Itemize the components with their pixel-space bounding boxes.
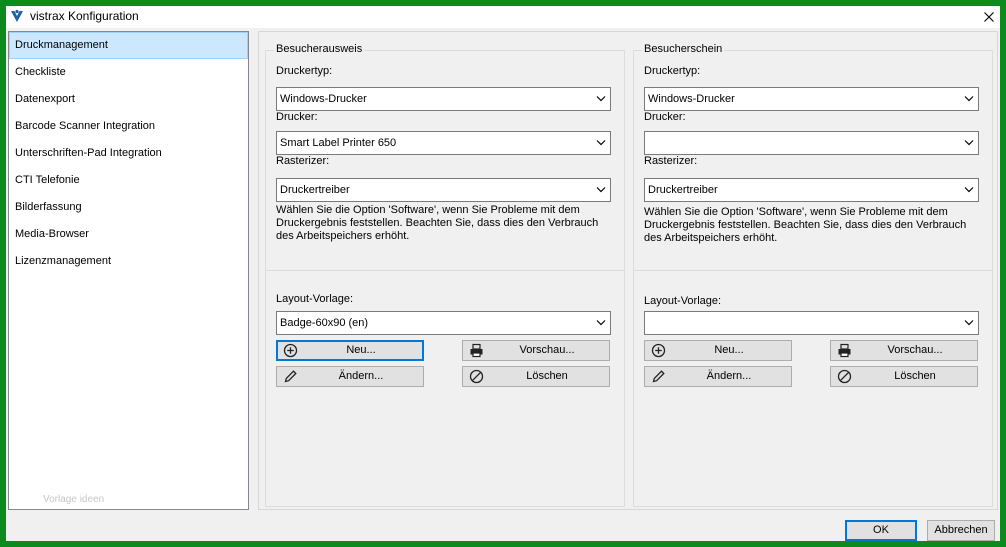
rasterizer-select[interactable]: Druckertreiber: [276, 178, 611, 202]
chevron-down-icon: [596, 187, 606, 193]
druckertyp-select[interactable]: Windows-Drucker: [644, 87, 979, 111]
layout-value: Badge-60x90 (en): [280, 317, 369, 329]
sidebar-item-label: Unterschriften-Pad Integration: [15, 147, 162, 159]
close-icon: [984, 12, 994, 22]
plus-circle-icon: [283, 343, 298, 358]
sidebar-item-label: Checkliste: [15, 66, 66, 78]
rasterizer-label: Rasterizer:: [644, 155, 698, 167]
chevron-down-icon: [964, 187, 974, 193]
preview-layout-button[interactable]: Vorschau...: [830, 340, 978, 361]
sidebar-item-lizenzmanagement[interactable]: Lizenzmanagement: [9, 248, 248, 275]
group-title: Besucherausweis: [274, 43, 365, 55]
sidebar-item-bilderfassung[interactable]: Bilderfassung: [9, 194, 248, 221]
sidebar-item-label: Barcode Scanner Integration: [15, 120, 156, 132]
config-window: vistrax Konfiguration Druckmanagement Ch…: [6, 6, 1000, 541]
pencil-icon: [652, 370, 665, 383]
layout-select[interactable]: [644, 311, 979, 335]
chevron-down-icon: [596, 320, 606, 326]
button-label: Löschen: [526, 370, 568, 382]
druckertyp-label: Druckertyp:: [644, 65, 701, 77]
layout-label: Layout-Vorlage:: [276, 293, 354, 305]
rasterizer-value: Druckertreiber: [648, 184, 718, 196]
plus-circle-icon: [651, 343, 666, 358]
preview-layout-button[interactable]: Vorschau...: [462, 340, 610, 361]
sidebar-item-label: CTI Telefonie: [15, 174, 80, 186]
window-title: vistrax Konfiguration: [30, 9, 139, 23]
layout-select[interactable]: Badge-60x90 (en): [276, 311, 611, 335]
drucker-select[interactable]: Smart Label Printer 650: [276, 131, 611, 155]
delete-layout-button[interactable]: Löschen: [462, 366, 610, 387]
printer-icon: [838, 343, 851, 358]
close-button[interactable]: [978, 6, 1000, 28]
besucherschein-group: Besucherschein Druckertyp: Windows-Druck…: [633, 43, 993, 507]
group-divider: [634, 270, 992, 271]
sidebar-item-cti-telefonie[interactable]: CTI Telefonie: [9, 167, 248, 194]
new-layout-button[interactable]: Neu...: [276, 340, 424, 361]
rasterizer-hint: Wählen Sie die Option 'Software', wenn S…: [276, 204, 599, 242]
besucherausweis-group: Besucherausweis Druckertyp: Windows-Druc…: [265, 43, 625, 507]
sidebar-item-checkliste[interactable]: Checkliste: [9, 59, 248, 86]
button-label: Neu...: [714, 344, 744, 356]
sidebar-item-barcode-scanner[interactable]: Barcode Scanner Integration: [9, 113, 248, 140]
sidebar-item-media-browser[interactable]: Media-Browser: [9, 221, 248, 248]
button-label: Vorschau...: [519, 344, 575, 356]
drucker-label: Drucker:: [276, 111, 318, 123]
no-entry-icon: [469, 369, 484, 384]
druckertyp-value: Windows-Drucker: [648, 93, 735, 105]
sidebar-item-label: Datenexport: [15, 93, 75, 105]
vistrax-logo-icon: [9, 8, 25, 24]
drucker-value: Smart Label Printer 650: [280, 137, 397, 149]
drucker-select[interactable]: [644, 131, 979, 155]
button-label: Ändern...: [706, 370, 752, 382]
button-label: Neu...: [346, 344, 376, 356]
no-entry-icon: [837, 369, 852, 384]
sidebar-item-label: Media-Browser: [15, 228, 89, 240]
cancel-button[interactable]: Abbrechen: [927, 520, 995, 541]
button-label: Ändern...: [338, 370, 384, 382]
chevron-down-icon: [964, 96, 974, 102]
sidebar-item-label: Lizenzmanagement: [15, 255, 112, 267]
printer-icon: [470, 343, 483, 358]
pencil-icon: [284, 370, 297, 383]
watermark-text: Vorlage ideen: [43, 494, 105, 505]
rasterizer-hint: Wählen Sie die Option 'Software', wenn S…: [644, 206, 967, 244]
chevron-down-icon: [964, 320, 974, 326]
button-label: Löschen: [894, 370, 936, 382]
sidebar-item-datenexport[interactable]: Datenexport: [9, 86, 248, 113]
sidebar-item-unterschriften-pad[interactable]: Unterschriften-Pad Integration: [9, 140, 248, 167]
druckertyp-select[interactable]: Windows-Drucker: [276, 87, 611, 111]
chevron-down-icon: [964, 140, 974, 146]
title-bar: vistrax Konfiguration: [6, 6, 1000, 28]
ok-button[interactable]: OK: [845, 520, 917, 541]
rasterizer-select[interactable]: Druckertreiber: [644, 178, 979, 202]
druckertyp-value: Windows-Drucker: [280, 93, 367, 105]
group-title: Besucherschein: [642, 43, 725, 55]
layout-label: Layout-Vorlage:: [644, 295, 722, 307]
drucker-label: Drucker:: [644, 111, 686, 123]
sidebar: Druckmanagement Checkliste Datenexport B…: [8, 31, 249, 510]
edit-layout-button[interactable]: Ändern...: [644, 366, 792, 387]
rasterizer-value: Druckertreiber: [280, 184, 350, 196]
chevron-down-icon: [596, 96, 606, 102]
button-label: Vorschau...: [887, 344, 943, 356]
new-layout-button[interactable]: Neu...: [644, 340, 792, 361]
edit-layout-button[interactable]: Ändern...: [276, 366, 424, 387]
chevron-down-icon: [596, 140, 606, 146]
sidebar-item-druckmanagement[interactable]: Druckmanagement: [9, 32, 248, 59]
group-divider: [266, 270, 624, 271]
sidebar-item-label: Bilderfassung: [15, 201, 82, 213]
delete-layout-button[interactable]: Löschen: [830, 366, 978, 387]
druckertyp-label: Druckertyp:: [276, 65, 333, 77]
main-panel: Besucherausweis Druckertyp: Windows-Druc…: [258, 31, 998, 510]
rasterizer-label: Rasterizer:: [276, 155, 330, 167]
sidebar-item-label: Druckmanagement: [15, 39, 108, 51]
